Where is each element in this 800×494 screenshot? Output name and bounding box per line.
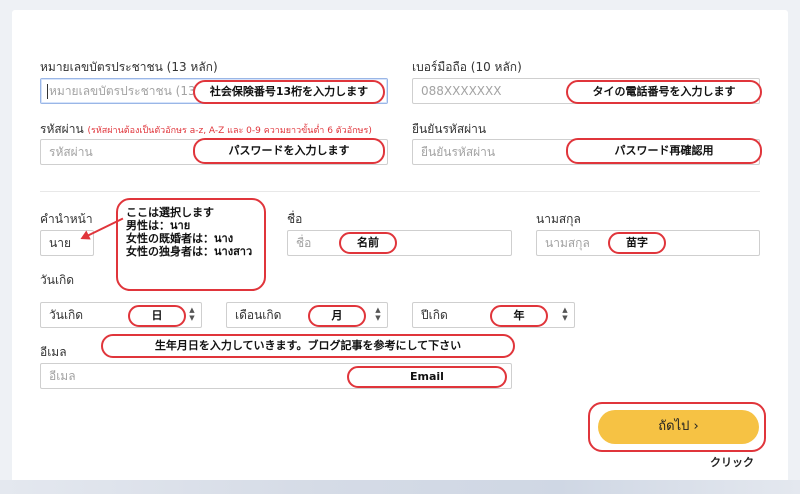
annotation-day: 日 [128, 305, 186, 327]
section-divider [40, 191, 760, 192]
email-label: อีเมล [40, 345, 67, 359]
birth-day-value: วันเกิด [49, 308, 84, 322]
annotation-firstname: 名前 [339, 232, 397, 254]
annotation-password: パスワードを入力します [193, 138, 385, 164]
annotation-lastname: 苗字 [608, 232, 666, 254]
annotation-title-line: 男性は：นาย [126, 219, 191, 232]
up-down-arrows-icon: ▲ ▼ [562, 306, 568, 322]
annotation-title-line: 女性の独身者は：นางสาว [126, 245, 253, 258]
annotation-year: 年 [490, 305, 548, 327]
firstname-input[interactable]: ชื่อ [287, 230, 512, 256]
up-down-arrows-icon: ▲ ▼ [189, 306, 195, 322]
annotation-title-select: ここは選択します 男性は：นาย 女性の既婚者は：นาง 女性の独身者は：นาง… [116, 198, 266, 291]
lastname-label: นามสกุล [536, 212, 581, 226]
password-label-text: รหัสผ่าน [40, 122, 84, 136]
annotation-phone: タイの電話番号を入力します [566, 80, 762, 104]
click-annotation: クリック [710, 456, 754, 469]
background-skyline [0, 480, 800, 494]
title-select-value: นาย [49, 236, 71, 250]
id-number-label: หมายเลขบัตรประชาชน (13 หลัก) [40, 60, 218, 74]
annotation-id-number: 社会保険番号13桁を入力します [193, 80, 385, 104]
password-label: รหัสผ่าน (รหัสผ่านต้องเป็นตัวอักษร a-z, … [40, 120, 372, 139]
annotation-confirm-password: パスワード再確認用 [566, 138, 762, 164]
annotation-month: 月 [308, 305, 366, 327]
firstname-label: ชื่อ [287, 212, 303, 226]
annotation-title-line: ここは選択します [126, 206, 214, 219]
next-button[interactable]: ถัดไป › [598, 410, 759, 444]
confirm-password-label: ยืนยันรหัสผ่าน [412, 122, 487, 136]
birthdate-label: วันเกิด [40, 273, 75, 287]
up-down-arrows-icon: ▲ ▼ [375, 306, 381, 322]
birth-month-value: เดือนเกิด [235, 308, 282, 322]
title-label: คำนำหน้า [40, 212, 93, 226]
annotation-title-line: 女性の既婚者は：นาง [126, 232, 234, 245]
phone-label: เบอร์มือถือ (10 หลัก) [412, 60, 522, 74]
annotation-email: Email [347, 366, 507, 388]
annotation-birthdate: 生年月日を入力していきます。ブログ記事を参考にして下さい [101, 334, 515, 358]
birth-year-value: ปีเกิด [421, 308, 448, 322]
password-hint: (รหัสผ่านต้องเป็นตัวอักษร a-z, A-Z และ 0… [87, 126, 372, 136]
